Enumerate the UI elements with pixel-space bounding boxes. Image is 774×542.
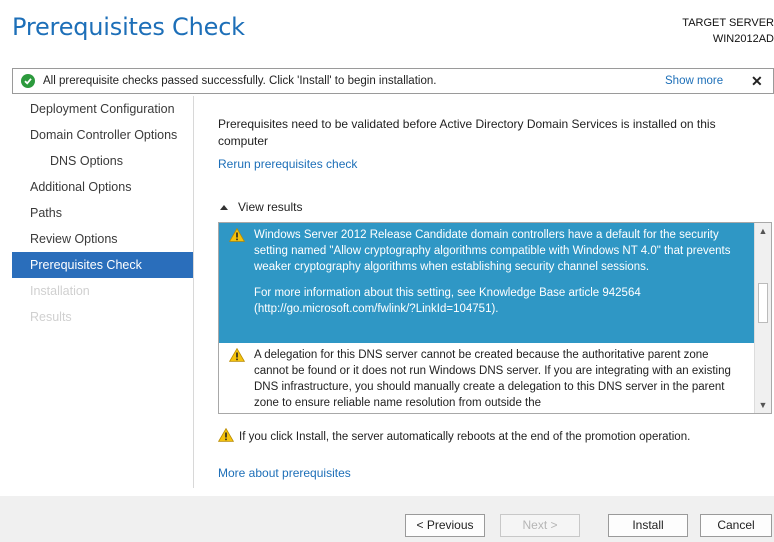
- results-list[interactable]: Windows Server 2012 Release Candidate do…: [218, 222, 772, 414]
- warning-icon: [228, 227, 246, 247]
- target-server: TARGET SERVER WIN2012AD: [654, 15, 774, 47]
- result-item-selected[interactable]: Windows Server 2012 Release Candidate do…: [219, 223, 771, 343]
- result-item[interactable]: A delegation for this DNS server cannot …: [219, 343, 771, 413]
- sidebar-item-results: Results: [30, 310, 72, 324]
- page-title: Prerequisites Check: [12, 13, 245, 41]
- reboot-warning-text: If you click Install, the server automat…: [239, 430, 691, 443]
- rerun-prerequisites-link[interactable]: Rerun prerequisites check: [218, 157, 357, 171]
- caret-up-icon: [220, 204, 228, 210]
- show-more-link[interactable]: Show more: [665, 75, 723, 87]
- result-text: A delegation for this DNS server cannot …: [254, 349, 731, 409]
- checkmark-icon: [21, 74, 35, 88]
- sidebar-item-dns-options[interactable]: DNS Options: [12, 148, 193, 174]
- wizard-sidebar: Deployment Configuration Domain Controll…: [12, 96, 194, 488]
- result-text: Windows Server 2012 Release Candidate do…: [254, 229, 731, 273]
- more-about-prerequisites-link[interactable]: More about prerequisites: [218, 466, 351, 480]
- sidebar-item-prerequisites-check[interactable]: Prerequisites Check: [12, 252, 193, 278]
- scroll-down-icon[interactable]: ▼: [755, 397, 771, 413]
- scroll-up-icon[interactable]: ▲: [755, 223, 771, 239]
- sidebar-item-review-options[interactable]: Review Options: [12, 226, 193, 252]
- sidebar-item-domain-controller-options[interactable]: Domain Controller Options: [12, 122, 193, 148]
- intro-text: Prerequisites need to be validated befor…: [218, 117, 716, 148]
- status-banner: All prerequisite checks passed successfu…: [12, 68, 774, 94]
- install-button[interactable]: Install: [608, 514, 688, 537]
- next-button: Next >: [500, 514, 580, 537]
- reboot-warning: If you click Install, the server automat…: [217, 427, 691, 445]
- button-bar: < Previous Next > Install Cancel: [0, 496, 774, 542]
- view-results-toggle[interactable]: View results: [220, 200, 302, 214]
- warning-icon: [217, 427, 235, 445]
- sidebar-item-installation: Installation: [30, 284, 90, 298]
- sidebar-item-paths[interactable]: Paths: [12, 200, 193, 226]
- cancel-button[interactable]: Cancel: [700, 514, 772, 537]
- close-icon[interactable]: ✕: [751, 73, 763, 90]
- banner-message: All prerequisite checks passed successfu…: [43, 75, 437, 87]
- results-scrollbar[interactable]: ▲ ▼: [754, 223, 771, 413]
- sidebar-item-additional-options[interactable]: Additional Options: [12, 174, 193, 200]
- result-more-info: For more information about this setting,…: [254, 287, 641, 315]
- scroll-thumb[interactable]: [758, 283, 768, 323]
- previous-button[interactable]: < Previous: [405, 514, 485, 537]
- target-server-name: WIN2012AD: [712, 33, 774, 45]
- view-results-label: View results: [238, 200, 303, 214]
- warning-icon: [228, 347, 246, 367]
- target-server-label: TARGET SERVER: [682, 17, 774, 29]
- sidebar-item-deployment-configuration[interactable]: Deployment Configuration: [12, 96, 193, 122]
